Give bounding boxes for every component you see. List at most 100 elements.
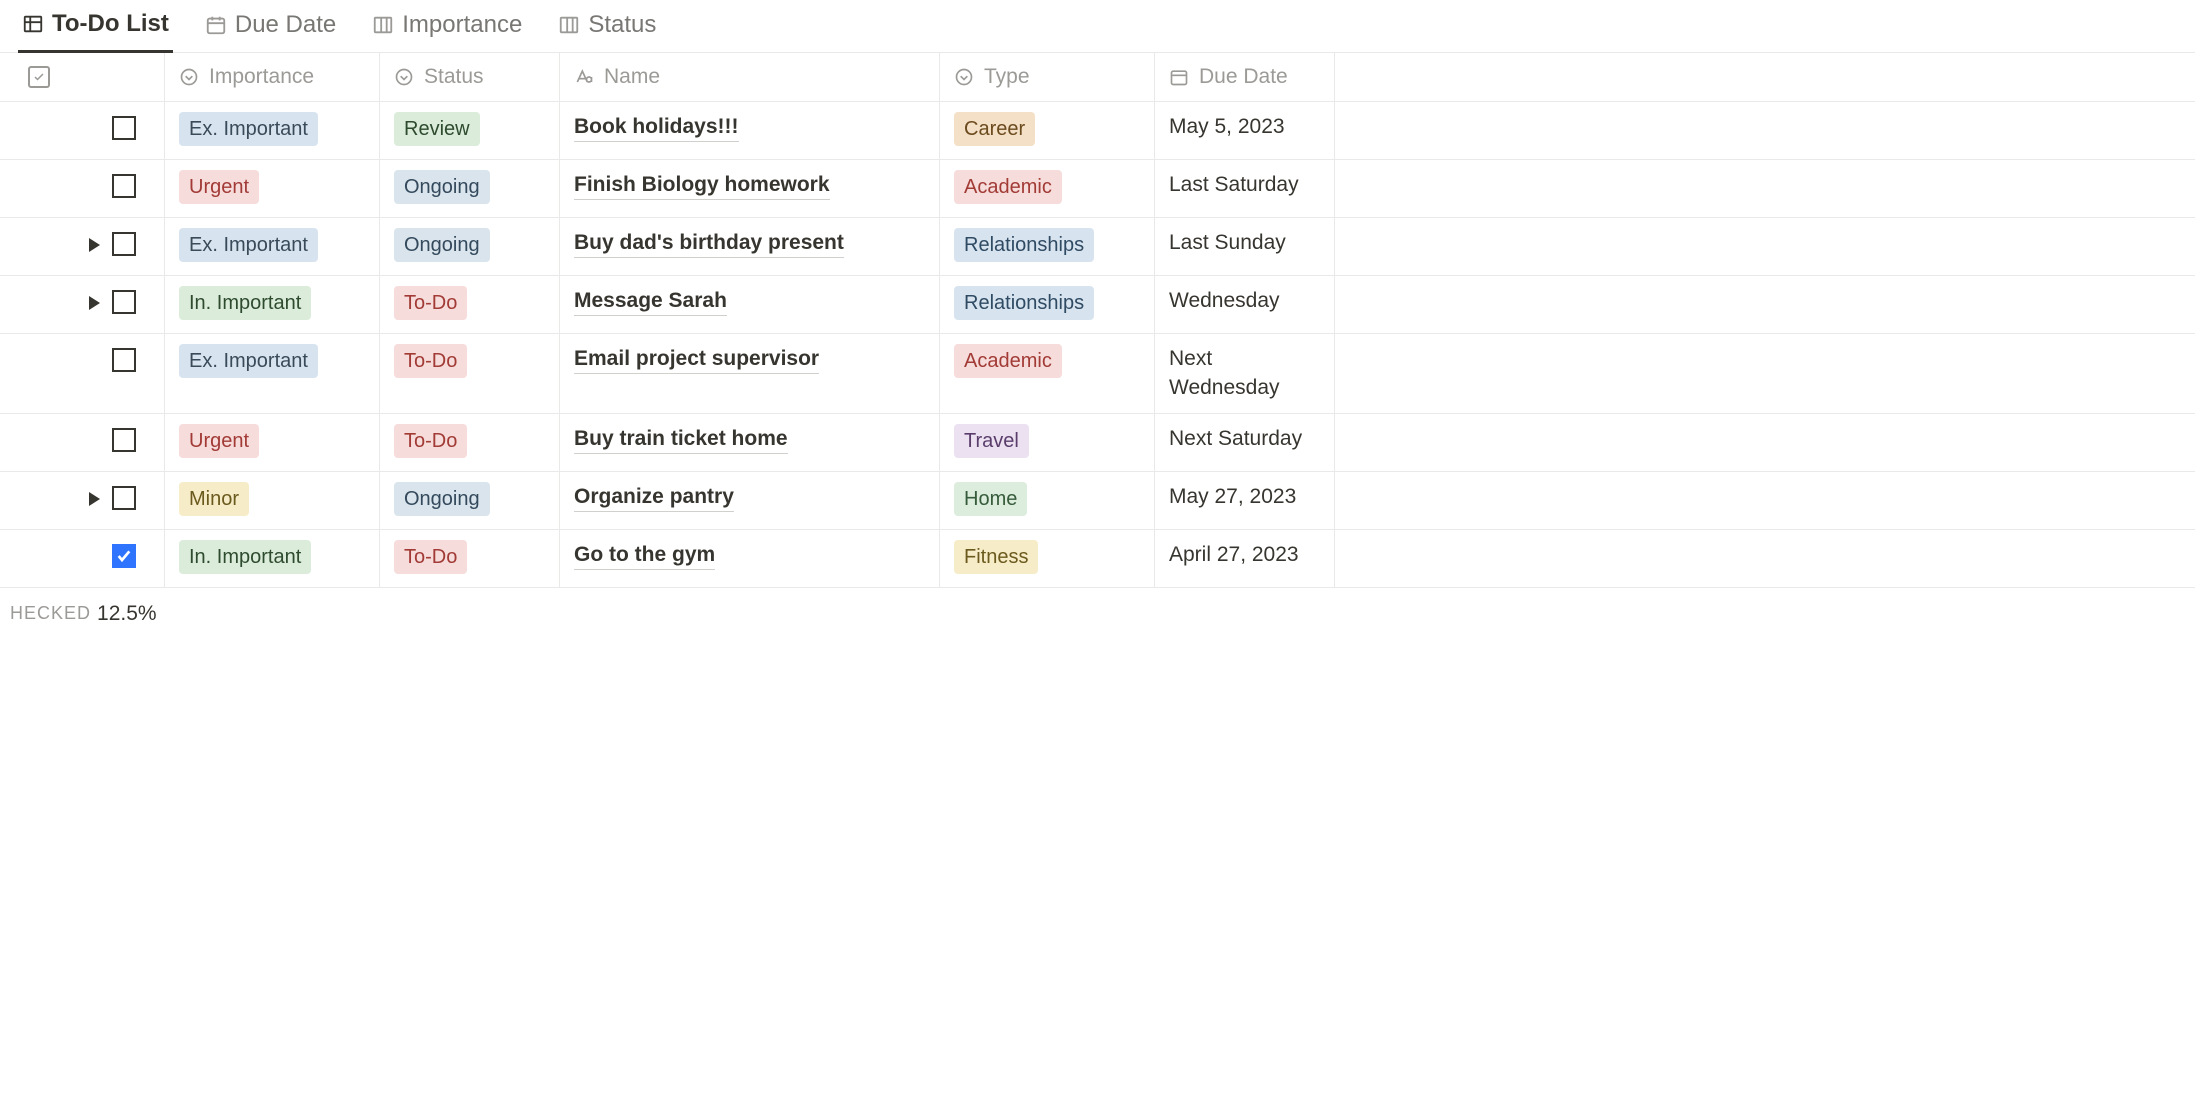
table-row[interactable]: UrgentOngoing Finish Biology homework Acad… xyxy=(0,160,2195,218)
status-cell[interactable]: Review xyxy=(380,102,560,159)
row-checkbox[interactable] xyxy=(112,290,136,314)
status-cell[interactable]: Ongoing xyxy=(380,160,560,217)
task-name[interactable]: Finish Biology homework xyxy=(574,170,830,200)
name-cell[interactable]: Go to the gym xyxy=(560,530,940,587)
tab-todo-list[interactable]: To-Do List xyxy=(18,0,173,53)
row-checkbox[interactable] xyxy=(112,486,136,510)
due-date-cell[interactable]: May 5, 2023 xyxy=(1155,102,1335,159)
expand-toggle-icon[interactable] xyxy=(89,238,100,252)
checkbox-cell xyxy=(0,530,165,587)
importance-cell[interactable]: Urgent xyxy=(165,414,380,471)
row-checkbox[interactable] xyxy=(112,116,136,140)
task-name[interactable]: Book holidays!!! xyxy=(574,112,739,142)
row-spacer xyxy=(1335,218,2195,275)
row-checkbox[interactable] xyxy=(112,174,136,198)
column-checkbox[interactable] xyxy=(0,53,165,101)
due-date-cell[interactable]: Last Saturday xyxy=(1155,160,1335,217)
type-tag: Relationships xyxy=(954,228,1094,262)
status-cell[interactable]: To-Do xyxy=(380,334,560,413)
status-cell[interactable]: Ongoing xyxy=(380,218,560,275)
row-checkbox[interactable] xyxy=(112,348,136,372)
due-date-cell[interactable]: May 27, 2023 xyxy=(1155,472,1335,529)
due-date-cell[interactable]: April 27, 2023 xyxy=(1155,530,1335,587)
expand-toggle-icon[interactable] xyxy=(89,296,100,310)
name-cell[interactable]: Book holidays!!! xyxy=(560,102,940,159)
type-cell[interactable]: Academic xyxy=(940,160,1155,217)
type-cell[interactable]: Travel xyxy=(940,414,1155,471)
importance-cell[interactable]: Urgent xyxy=(165,160,380,217)
task-name[interactable]: Message Sarah xyxy=(574,286,727,316)
row-spacer xyxy=(1335,472,2195,529)
status-cell[interactable]: Ongoing xyxy=(380,472,560,529)
type-cell[interactable]: Relationships xyxy=(940,276,1155,333)
status-tag: To-Do xyxy=(394,286,467,320)
importance-tag: Ex. Important xyxy=(179,228,318,262)
name-cell[interactable]: Email project supervisor xyxy=(560,334,940,413)
footer-label: HECKED xyxy=(10,603,91,624)
row-checkbox[interactable] xyxy=(112,544,136,568)
due-date-text: April 27, 2023 xyxy=(1169,540,1299,569)
board-icon xyxy=(558,14,580,36)
column-due-date[interactable]: Due Date xyxy=(1155,53,1335,101)
task-name[interactable]: Organize pantry xyxy=(574,482,734,512)
table-row[interactable]: Minor Ongoing Organize pantry Home May 27, 2… xyxy=(0,472,2195,530)
due-date-cell[interactable]: Wednesday xyxy=(1155,276,1335,333)
importance-tag: Urgent xyxy=(179,424,259,458)
tab-status[interactable]: Status xyxy=(554,1,660,51)
task-name[interactable]: Go to the gym xyxy=(574,540,715,570)
name-cell[interactable]: Finish Biology homework xyxy=(560,160,940,217)
type-cell[interactable]: Home xyxy=(940,472,1155,529)
task-name[interactable]: Email project supervisor xyxy=(574,344,819,374)
importance-tag: In. Important xyxy=(179,540,311,574)
type-cell[interactable]: Relationships xyxy=(940,218,1155,275)
importance-tag: Minor xyxy=(179,482,249,516)
checkbox-header-icon xyxy=(28,66,50,88)
tab-due-date[interactable]: Due Date xyxy=(201,1,340,51)
importance-cell[interactable]: In. Important xyxy=(165,530,380,587)
name-cell[interactable]: Buy dad's birthday present xyxy=(560,218,940,275)
importance-cell[interactable]: Minor xyxy=(165,472,380,529)
checkbox-cell xyxy=(0,472,165,529)
header-label: Name xyxy=(604,65,660,89)
row-checkbox[interactable] xyxy=(112,232,136,256)
type-tag: Home xyxy=(954,482,1027,516)
due-date-cell[interactable]: Next Saturday xyxy=(1155,414,1335,471)
table-row[interactable]: Ex. Important Ongoing Buy dad's birthday p… xyxy=(0,218,2195,276)
table-row[interactable]: In. Important To-Do Message Sarah Relations… xyxy=(0,276,2195,334)
type-cell[interactable]: Career xyxy=(940,102,1155,159)
table-row[interactable]: In. Important To-Do Go to the gym Fitness Ap… xyxy=(0,530,2195,588)
importance-tag: In. Important xyxy=(179,286,311,320)
type-cell[interactable]: Academic xyxy=(940,334,1155,413)
importance-cell[interactable]: Ex. Important xyxy=(165,334,380,413)
task-name[interactable]: Buy train ticket home xyxy=(574,424,788,454)
importance-cell[interactable]: In. Important xyxy=(165,276,380,333)
name-cell[interactable]: Buy train ticket home xyxy=(560,414,940,471)
due-date-cell[interactable]: Next Wednesday xyxy=(1155,334,1335,413)
tab-importance[interactable]: Importance xyxy=(368,1,526,51)
status-cell[interactable]: To-Do xyxy=(380,276,560,333)
expand-toggle-icon[interactable] xyxy=(89,492,100,506)
column-type[interactable]: Type xyxy=(940,53,1155,101)
status-cell[interactable]: To-Do xyxy=(380,530,560,587)
name-cell[interactable]: Organize pantry xyxy=(560,472,940,529)
status-tag: To-Do xyxy=(394,344,467,378)
due-date-cell[interactable]: Last Sunday xyxy=(1155,218,1335,275)
importance-cell[interactable]: Ex. Important xyxy=(165,218,380,275)
row-checkbox[interactable] xyxy=(112,428,136,452)
table-row[interactable]: Urgent To-Do Buy train ticket home TravelNe… xyxy=(0,414,2195,472)
column-name[interactable]: Name xyxy=(560,53,940,101)
status-cell[interactable]: To-Do xyxy=(380,414,560,471)
header-label: Due Date xyxy=(1199,65,1288,89)
due-date-text: May 27, 2023 xyxy=(1169,482,1296,511)
due-date-text: Wednesday xyxy=(1169,286,1280,315)
task-name[interactable]: Buy dad's birthday present xyxy=(574,228,844,258)
select-icon xyxy=(394,67,414,87)
table-row[interactable]: Ex. Important To-Do Email project supervis… xyxy=(0,334,2195,414)
column-importance[interactable]: Importance xyxy=(165,53,380,101)
table-icon xyxy=(22,13,44,35)
type-cell[interactable]: Fitness xyxy=(940,530,1155,587)
table-row[interactable]: Ex. ImportantReview Book holidays!!! Caree… xyxy=(0,102,2195,160)
name-cell[interactable]: Message Sarah xyxy=(560,276,940,333)
column-status[interactable]: Status xyxy=(380,53,560,101)
importance-cell[interactable]: Ex. Important xyxy=(165,102,380,159)
